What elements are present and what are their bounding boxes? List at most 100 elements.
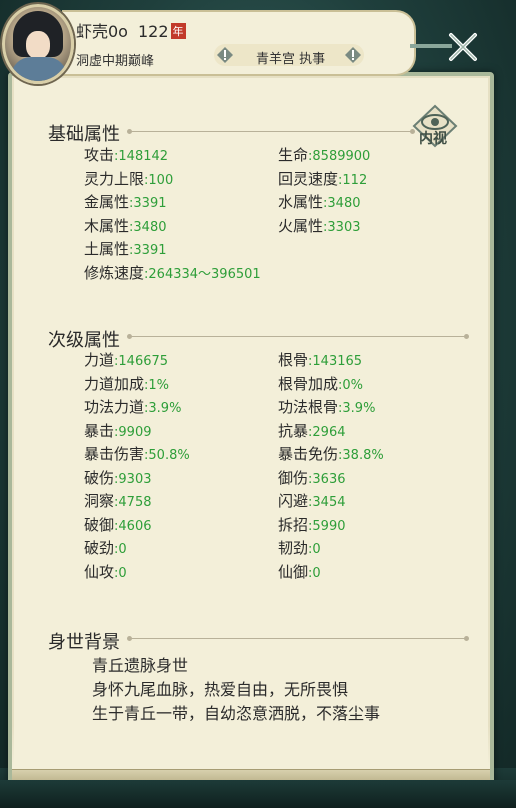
stat-item: 破伤:9303 — [84, 467, 151, 489]
stat-item: 功法根骨:3.9% — [278, 396, 375, 418]
stat-label: 御伤 — [278, 468, 309, 487]
avatar[interactable] — [2, 4, 74, 84]
stat-label: 暴击免伤 — [278, 445, 339, 463]
close-icon[interactable] — [446, 30, 480, 64]
stat-item: 功法力道:3.9% — [84, 396, 181, 418]
stat-label: 水属性 — [278, 193, 324, 211]
stat-value: :3480 — [129, 219, 167, 235]
stat-value: :3454 — [308, 495, 346, 510]
stat-item: 金属性:3391 — [84, 191, 166, 213]
alert-icon[interactable] — [344, 46, 362, 64]
stat-label: 破御 — [84, 515, 115, 534]
background-line: 青丘遗脉身世 — [92, 656, 189, 675]
name-card: 虾壳0o 122 年 洞虚中期巅峰 — [62, 10, 416, 76]
cultivation-realm: 洞虚中期巅峰 — [76, 54, 155, 69]
stat-value: :3636 — [308, 471, 346, 487]
avatar-robe — [11, 57, 67, 81]
stat-value: :146675 — [114, 354, 169, 369]
stat-value: :0 — [308, 542, 321, 557]
name-row: 虾壳0o 122 年 — [76, 18, 186, 42]
stat-item: 回灵速度:112 — [278, 168, 367, 190]
stat-label: 土属性 — [84, 240, 130, 258]
stat-label: 灵力上限 — [84, 169, 145, 188]
stat-item: 抗暴:2964 — [278, 420, 345, 442]
stat-value: :5990 — [308, 518, 346, 534]
stat-item: 韧劲:0 — [278, 537, 321, 559]
stat-label: 修炼速度 — [84, 263, 145, 282]
stat-item: 生命:8589900 — [278, 144, 370, 166]
bottom-strip — [0, 780, 516, 808]
stat-value: :3303 — [323, 219, 361, 235]
stat-label: 根骨 — [278, 351, 309, 369]
stat-value: :8589900 — [308, 149, 371, 164]
stat-item: 力道:146675 — [84, 349, 168, 371]
stat-item: 根骨加成:0% — [278, 373, 363, 395]
inner-view-label: 内视 — [419, 131, 447, 147]
stat-value: :3.9% — [338, 401, 376, 416]
background-line: 身怀九尾血脉，热爱自由，无所畏惧 — [92, 680, 349, 699]
sect-position: 青羊宫 执事 — [256, 52, 326, 67]
stat-item: 仙攻:0 — [84, 561, 127, 583]
stat-value: :9303 — [114, 471, 152, 487]
alert-icon[interactable] — [216, 46, 234, 64]
stat-item: 洞察:4758 — [84, 490, 151, 512]
stat-value: :3391 — [129, 196, 167, 211]
year-badge: 年 — [170, 23, 186, 39]
stat-value: :3480 — [323, 196, 361, 211]
attribute-panel: 基础属性 攻击:148142 生命:8589900 灵力上限:100 回灵速度:112… — [8, 72, 494, 788]
stat-item: 仙御:0 — [278, 561, 321, 583]
stat-value: :1% — [144, 377, 170, 393]
inner-view-button[interactable]: 内视 — [412, 104, 458, 154]
stat-item: 水属性:3480 — [278, 191, 360, 213]
stat-value: :9909 — [114, 424, 152, 440]
stat-item: 御伤:3636 — [278, 467, 345, 489]
stat-item: 修炼速度:264334～396501 — [84, 262, 261, 284]
stat-item: 灵力上限:100 — [84, 168, 173, 190]
stat-label: 抗暴 — [278, 421, 309, 440]
stat-label: 暴击伤害 — [84, 445, 145, 463]
stat-value: :0 — [114, 565, 127, 581]
player-level: 122 — [137, 22, 169, 41]
stat-value: :4758 — [114, 495, 152, 510]
stat-value: :0 — [308, 565, 321, 581]
stat-item: 力道加成:1% — [84, 373, 169, 395]
stat-label: 攻击 — [84, 146, 115, 164]
stat-label: 根骨加成 — [278, 374, 339, 393]
stat-label: 洞察 — [84, 492, 115, 510]
section-divider — [127, 129, 415, 134]
stat-item: 暴击:9909 — [84, 420, 151, 442]
stat-value: :0 — [114, 542, 127, 557]
stat-label: 功法根骨 — [278, 398, 339, 416]
section-divider — [127, 636, 469, 641]
stat-label: 仙攻 — [84, 562, 115, 581]
stat-label: 韧劲 — [278, 539, 309, 557]
stat-item: 木属性:3480 — [84, 215, 166, 237]
stat-label: 闪避 — [278, 492, 309, 510]
stat-item: 拆招:5990 — [278, 514, 345, 536]
stat-value: :50.8% — [144, 448, 190, 463]
section-title-basic: 基础属性 — [48, 124, 120, 145]
stat-item: 火属性:3303 — [278, 215, 360, 237]
stat-label: 仙御 — [278, 562, 309, 581]
stat-value: :112 — [338, 172, 368, 188]
stat-label: 拆招 — [278, 515, 309, 534]
stat-item: 破御:4606 — [84, 514, 151, 536]
stat-value: :2964 — [308, 424, 346, 440]
stat-item: 暴击伤害:50.8% — [84, 443, 190, 465]
stat-value: :3391 — [129, 243, 167, 258]
stat-label: 破劲 — [84, 539, 115, 557]
stat-value: :143165 — [308, 354, 363, 369]
stat-label: 火属性 — [278, 216, 324, 235]
stat-label: 力道 — [84, 351, 115, 369]
stat-value: :264334～396501 — [144, 266, 261, 282]
stat-label: 力道加成 — [84, 374, 145, 393]
avatar-face — [26, 31, 50, 59]
stat-item: 攻击:148142 — [84, 144, 168, 166]
attribute-scroll-area[interactable]: 基础属性 攻击:148142 生命:8589900 灵力上限:100 回灵速度:112… — [12, 76, 490, 784]
stat-item: 根骨:143165 — [278, 349, 362, 371]
stat-label: 木属性 — [84, 216, 130, 235]
stat-item: 暴击免伤:38.8% — [278, 443, 384, 465]
stat-label: 金属性 — [84, 193, 130, 211]
character-header: 虾壳0o 122 年 洞虚中期巅峰 青羊宫 执事 — [0, 0, 486, 84]
stat-item: 土属性:3391 — [84, 238, 166, 260]
